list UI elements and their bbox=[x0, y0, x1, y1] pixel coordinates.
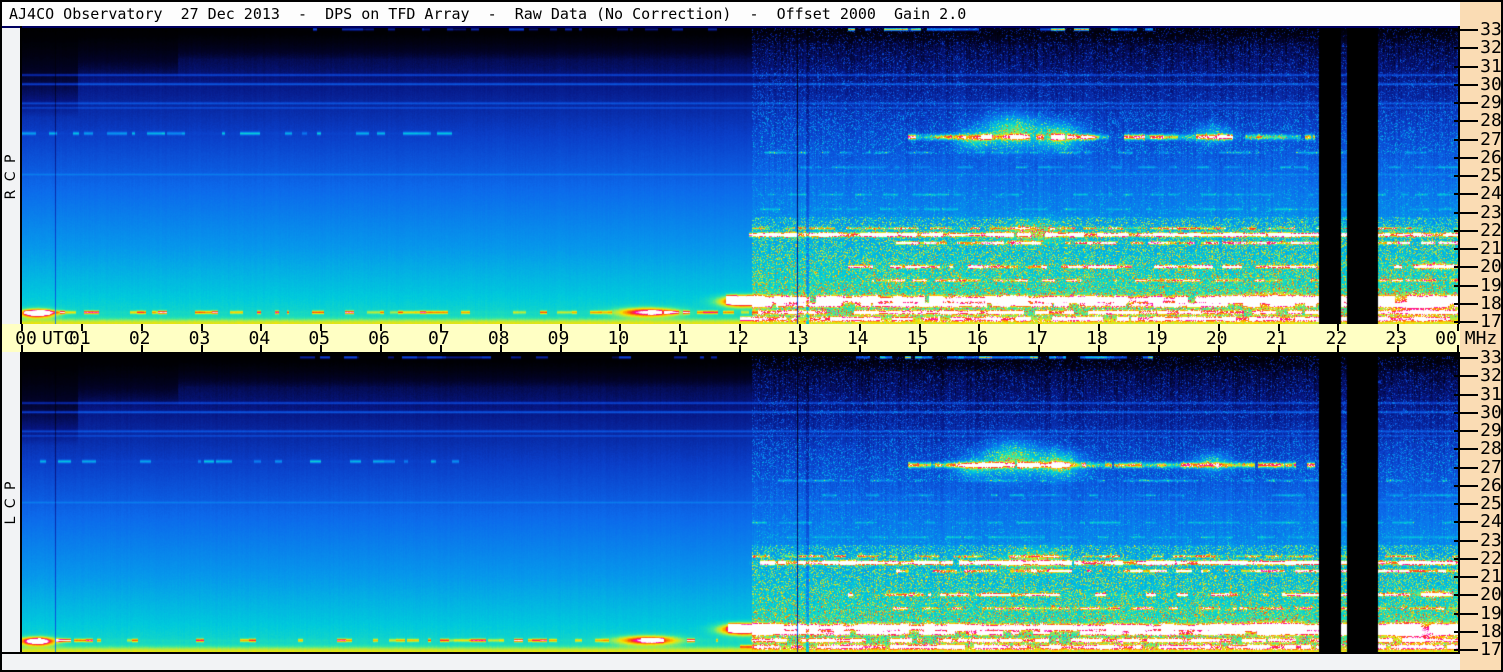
title-bar: AJ4CO Observatory 27 Dec 2013 - DPS on T… bbox=[2, 2, 1460, 26]
time-axis bbox=[2, 324, 1460, 352]
spectrogram-rcp bbox=[22, 28, 1458, 324]
spectrogram-lcp bbox=[22, 356, 1458, 652]
lcp-left-border bbox=[20, 352, 22, 654]
bottom-margin-strip bbox=[2, 654, 1460, 670]
rcp-right-border bbox=[1458, 26, 1460, 324]
lcp-right-border bbox=[1458, 352, 1460, 654]
lcp-panel-label: L C P bbox=[3, 479, 19, 525]
rcp-panel-label: R C P bbox=[3, 152, 19, 200]
frequency-scale-strip bbox=[1460, 2, 1501, 670]
rcp-left-border bbox=[20, 26, 22, 324]
app-window: AJ4CO Observatory 27 Dec 2013 - DPS on T… bbox=[0, 0, 1503, 672]
